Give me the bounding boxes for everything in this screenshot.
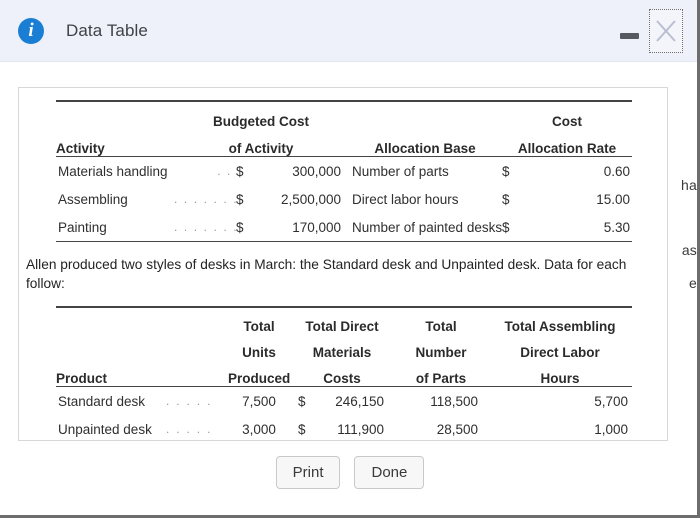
table1-h1-blank2 [348, 102, 502, 129]
dialog-body: ha as e Budgeted Cost Cost Activity of A… [0, 62, 697, 515]
background-text-line-1: ha [681, 177, 697, 193]
dialog-titlebar: i Data Table [0, 0, 697, 62]
table2-h2-materials: Materials [312, 345, 372, 360]
table2-h3-of-parts: of Parts [415, 371, 467, 386]
close-icon[interactable] [649, 8, 683, 53]
dialog-title: Data Table [66, 20, 148, 40]
table2-r1-product: Unpainted desk [58, 421, 152, 437]
table1-r2-currency: $ [236, 219, 244, 235]
table-row: Standard desk . . . . . 7,500 $ 246,150 … [56, 387, 632, 416]
table1-r0-activity: Materials handling [58, 163, 168, 179]
table-row: Materials handling . . $ 300,000 Number … [56, 157, 632, 186]
table1-r0-currency: $ [236, 163, 244, 179]
table-row: Unpainted desk . . . . . 3,000 $ 111,900… [56, 415, 632, 440]
table1-r2-budgeted-cost: 170,000 [292, 219, 341, 235]
table1-r1-leader: . . . . . . . [174, 192, 236, 206]
table1-r0-allocation-rate: 0.60 [603, 163, 630, 179]
table2-r0-units-produced: 7,500 [242, 393, 276, 409]
print-button[interactable]: Print [275, 456, 341, 489]
table1-r1-budgeted-cost: 2,500,000 [280, 191, 341, 207]
table2-h3-produced: Produced [228, 371, 291, 386]
table2-h1-blank [56, 308, 228, 334]
background-text-line-3: e [689, 275, 697, 291]
table1-h2-of-activity: of Activity [228, 141, 294, 156]
table1-r2-rate-currency: $ [502, 219, 510, 235]
table2-r0-product: Standard desk [58, 393, 146, 409]
table2-h1-total-direct: Total Direct [305, 319, 379, 334]
table2-r1-number-of-parts: 28,500 [436, 421, 478, 437]
table2-r0-direct-materials-costs: 246,150 [335, 393, 384, 409]
table1-h1-budgeted-cost: Budgeted Cost [213, 114, 309, 129]
data-table-dialog: i Data Table ha as e Budgeted Cost Cost … [0, 0, 700, 518]
table1-h2-allocation-rate: Allocation Rate [517, 141, 617, 156]
table2-h2-blank [56, 334, 228, 360]
table2-r1-assembling-hours: 1,000 [594, 421, 628, 437]
product-data-table: Total Total Direct Total Total Assemblin… [56, 306, 632, 440]
table2-r0-number-of-parts: 118,500 [430, 393, 478, 409]
table2-r0-assembling-hours: 5,700 [594, 393, 628, 409]
table2-r1-leader: . . . . . [166, 422, 213, 436]
table1-h1-cost: Cost [552, 114, 582, 129]
done-button[interactable]: Done [354, 456, 425, 489]
table2-r0-currency: $ [298, 393, 306, 409]
table2-h2-direct-labor: Direct Labor [520, 345, 600, 360]
table1-r0-allocation-base: Number of parts [352, 163, 449, 179]
background-text-line-2: as [681, 242, 697, 258]
table2-h1-total: Total [243, 319, 275, 334]
table2-h3-hours: Hours [540, 371, 580, 386]
minimize-icon[interactable] [620, 32, 639, 39]
info-icon: i [18, 17, 44, 44]
dialog-footer: Print Done [0, 456, 697, 489]
activity-cost-rate-table: Budgeted Cost Cost Activity of Activity … [56, 100, 632, 242]
table1-r1-currency: $ [236, 191, 244, 207]
table2-r1-units-produced: 3,000 [242, 421, 276, 437]
narrative-text: Allen produced two styles of desks in Ma… [26, 257, 627, 291]
table2-h2-units: Units [242, 345, 276, 360]
table2-r1-currency: $ [298, 421, 306, 437]
window-controls [620, 8, 687, 53]
table1-h2-allocation-base: Allocation Base [374, 141, 476, 156]
table1-h2-activity: Activity [56, 141, 105, 156]
table2-r0-leader: . . . . . [166, 394, 213, 408]
table1-r2-activity: Painting [58, 219, 107, 235]
table-row: Assembling . . . . . . . $ 2,500,000 Dir… [56, 185, 632, 213]
table2-h1-total2: Total [425, 319, 457, 334]
table1-r2-allocation-base: Number of painted desks [352, 219, 503, 235]
table1-r1-activity: Assembling [58, 191, 128, 207]
table-row: Painting . . . . . . . . . $ 170,000 Num… [56, 213, 632, 242]
table2-h3-product: Product [56, 371, 108, 386]
table2-header-row-1: Total Total Direct Total Total Assemblin… [56, 308, 632, 334]
table1-header-row-2: Activity of Activity Allocation Base All… [56, 129, 632, 156]
table1-r0-budgeted-cost: 300,000 [292, 163, 341, 179]
table1-r0-rate-currency: $ [502, 163, 510, 179]
data-table-card: Budgeted Cost Cost Activity of Activity … [18, 87, 668, 441]
table1-header-row-1: Budgeted Cost Cost [56, 102, 632, 129]
table2-header-row-2: Units Materials Number Direct Labor [56, 334, 632, 360]
table1-r2-allocation-rate: 5.30 [603, 219, 630, 235]
table1-h1-blank [56, 102, 174, 129]
table2-header-row-3: Product Produced Costs of Parts Hours [56, 360, 632, 386]
table1-r2-leader: . . . . . . . . . [174, 220, 236, 234]
table2-h1-total-assembling: Total Assembling [504, 319, 616, 334]
table2-r1-direct-materials-costs: 111,900 [337, 421, 384, 437]
table2-h2-number: Number [415, 345, 467, 360]
table1-r1-allocation-rate: 15.00 [596, 191, 630, 207]
table1-r0-leader: . . [217, 164, 232, 178]
table2-h3-costs: Costs [323, 371, 361, 386]
table1-r1-rate-currency: $ [502, 191, 510, 207]
table1-r1-allocation-base: Direct labor hours [352, 191, 459, 207]
